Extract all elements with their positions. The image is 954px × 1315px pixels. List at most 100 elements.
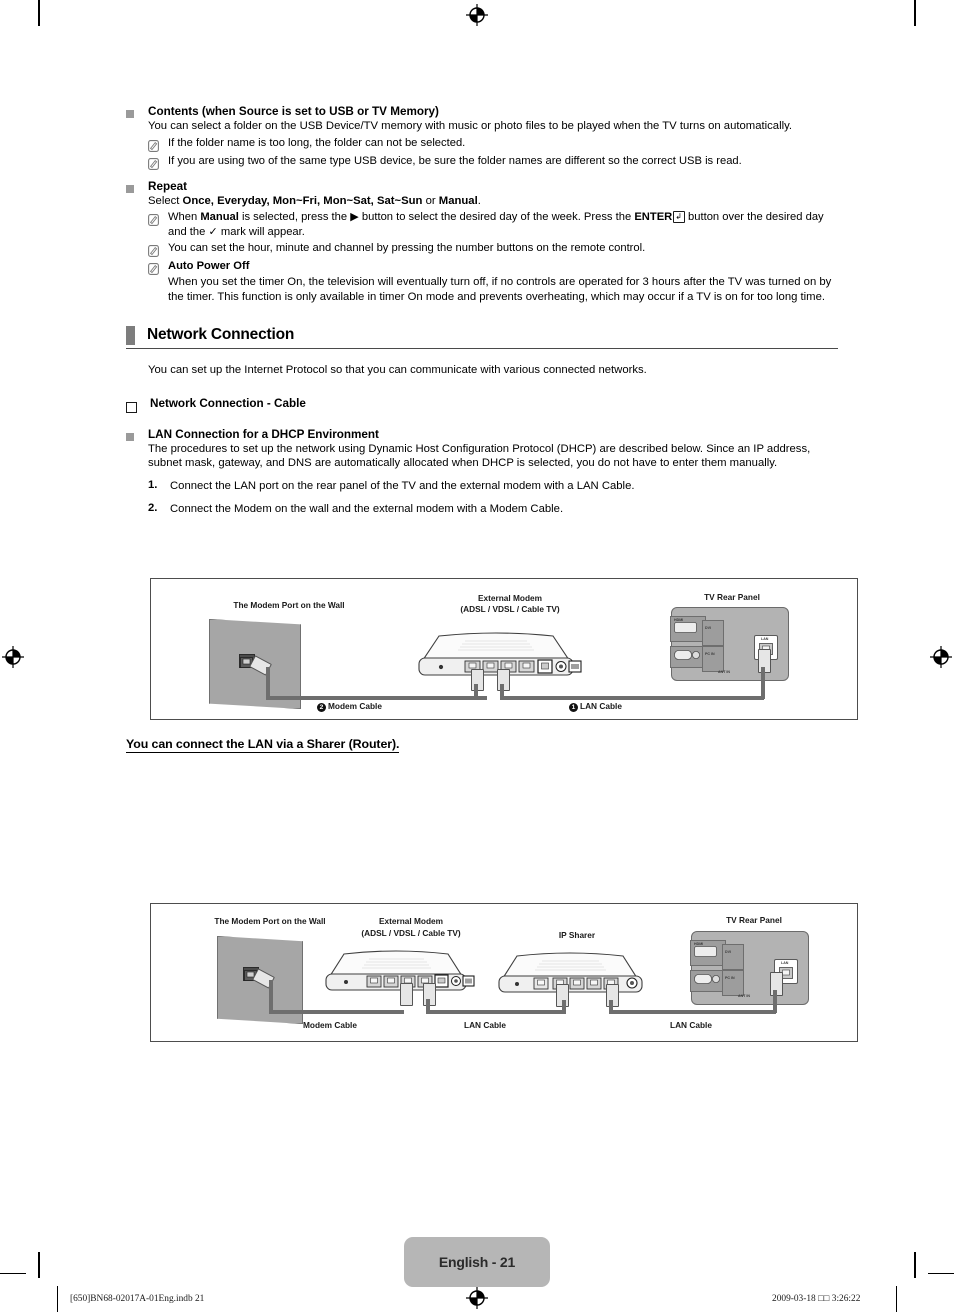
tv-port-group-lower2 [722, 970, 744, 996]
figure2-modem-label-line2: (ADSL / VDSL / Cable TV) [361, 928, 461, 938]
tv-pc-port-icon [674, 650, 700, 660]
sharer-heading: You can connect the LAN via a Sharer (Ro… [126, 737, 400, 753]
note-pencil-icon [148, 245, 159, 257]
contents-body: You can select a folder on the USB Devic… [148, 120, 793, 132]
note-text: If the folder name is too long, the fold… [168, 136, 466, 149]
figure2-tv-label: TV Rear Panel [726, 915, 782, 925]
figure1-tv-rear-panel: HDMI DVI PC IN ANT IN LAN [670, 607, 789, 681]
repeat-heading-row: Repeat [126, 179, 838, 194]
step-number: 2. [148, 501, 158, 514]
tv-lan-port-label: LAN [761, 637, 769, 641]
tv-lan-port-label: LAN [781, 961, 789, 965]
note1-part-d: mark will appear. [217, 225, 305, 238]
figure2-tv-rear-panel: HDMI DVI PC IN ANT IN LAN [690, 931, 809, 1005]
select-prefix: Select [148, 194, 183, 207]
sharer-heading-wrap: You can connect the LAN via a Sharer (Ro… [126, 735, 399, 753]
contents-note-2: If you are using two of the same type US… [148, 154, 838, 170]
tv-port-text-ant: ANT IN [718, 670, 730, 674]
figure2-modem-cable-label: Modem Cable [303, 1020, 357, 1030]
figure2-external-modem [317, 950, 475, 994]
step-1: 1. Connect the LAN port on the rear pane… [148, 479, 838, 494]
enter-label: ENTER [634, 211, 673, 224]
dhcp-heading: LAN Connection for a DHCP Environment [148, 427, 379, 441]
figure-dhcp-direct-connection: The Modem Port on the Wall External Mode… [150, 578, 858, 720]
footer-separator-left [57, 1286, 58, 1312]
select-suffix: . [477, 194, 481, 207]
figure2-ip-sharer [489, 952, 651, 996]
figure1-modem-cable-label: 2 Modem Cable [317, 701, 382, 712]
footer-separator-right [896, 1286, 897, 1312]
footer-timestamp: 2009-03-18 □□ 3:26:22 [772, 1294, 861, 1304]
figure1-modem-cable-drop [474, 684, 478, 698]
dhcp-body: The procedures to set up the network usi… [148, 442, 811, 470]
cable-number-badge: 1 [569, 702, 578, 712]
tv-port-group-upper2 [702, 620, 724, 646]
step-text: Connect the LAN port on the rear panel o… [170, 479, 635, 492]
document-page: Contents (when Source is set to USB or T… [0, 0, 954, 1315]
note-text: When Manual is selected, press the ▶ but… [168, 210, 838, 239]
repeat-select-line: Select Once, Everyday, Mon~Fri, Mon~Sat,… [148, 194, 838, 209]
tv-port-text-mid: DVI [705, 626, 711, 630]
footer-file-name: [650]BN68-02017A-01Eng.indb 21 [70, 1294, 205, 1304]
note-pencil-icon [148, 263, 159, 275]
crop-mark-top-left [38, 0, 40, 26]
repeat-block: Repeat Select Once, Everyday, Mon~Fri, M… [126, 179, 838, 305]
registration-mark-left [2, 646, 24, 668]
figure2-modem-label-line1: External Modem [378, 916, 444, 926]
figure2-lan-cable-label-1: LAN Cable [464, 1020, 506, 1030]
tv-port-text-mid: DVI [725, 950, 731, 954]
tv-port-text-ant: ANT IN [738, 994, 750, 998]
page-title: Network Connection [147, 326, 295, 344]
figure2-sharer-label: IP Sharer [558, 930, 596, 940]
tv-port-group-lower2 [702, 646, 724, 672]
figure1-lan-cable-horz [500, 696, 764, 700]
step-2: 2. Connect the Modem on the wall and the… [148, 502, 838, 517]
tv-port-text-bottom: PC IN [705, 652, 715, 656]
figure2-lan2-cable-tv-drop [773, 990, 777, 1013]
select-options: Once, Everyday, Mon~Fri, Mon~Sat, Sat~Su… [182, 194, 423, 207]
footer-rule-right [928, 1273, 954, 1274]
note-text: You can set the hour, minute and channel… [168, 242, 646, 254]
page-content: Contents (when Source is set to USB or T… [126, 104, 838, 516]
registration-mark-top [466, 4, 488, 26]
crop-mark-top-right [914, 0, 916, 26]
figure1-lan-cable-label: 1 LAN Cable [569, 701, 622, 712]
figure2-modem-cable-horz [269, 1010, 404, 1014]
footer-rule-left [0, 1273, 26, 1274]
figure2-lan1-cable-horz [426, 1010, 566, 1014]
select-manual: Manual [438, 194, 478, 207]
cable-number-badge: 2 [317, 702, 326, 712]
note1-manual-bold: Manual [200, 211, 239, 224]
repeat-heading: Repeat [148, 179, 187, 193]
tv-hdmi-port-icon [694, 946, 717, 957]
figure2-lan-cable-label-2: LAN Cable [670, 1020, 712, 1030]
select-or: or [422, 194, 439, 207]
step-number: 1. [148, 478, 158, 491]
figure1-modem-label-line2: (ADSL / VDSL / Cable TV) [460, 604, 560, 614]
tv-pc-port-icon [694, 974, 720, 984]
figure1-wall-label: The Modem Port on the Wall [233, 600, 345, 610]
square-bullet-icon [126, 432, 134, 441]
tv-port-text-bottom: PC IN [725, 976, 735, 980]
network-cable-subheading-row: Network Connection - Cable [126, 396, 838, 413]
section-accent-bar [126, 326, 135, 346]
cable-label-text: Modem Cable [328, 701, 382, 711]
check-mark-icon: ✓ [208, 225, 218, 238]
note-pencil-icon [148, 139, 159, 152]
figure1-tv-label: TV Rear Panel [704, 592, 760, 602]
tv-port-group-upper2 [722, 944, 744, 970]
contents-heading-row: Contents (when Source is set to USB or T… [126, 104, 838, 119]
repeat-note-1: When Manual is selected, press the ▶ but… [148, 210, 838, 239]
registration-mark-right [930, 646, 952, 668]
page-language-tag: English - 21 [404, 1237, 550, 1287]
contents-heading: Contents (when Source is set to USB or T… [148, 105, 439, 118]
figure1-modem-label-line1: External Modem [477, 593, 543, 603]
figure2-modem-cable-vert [269, 980, 273, 1014]
note1-part-b: is selected, press the ▶ button to selec… [238, 211, 635, 224]
figure2-modem-plug-left [400, 983, 413, 1006]
auto-power-off-body: When you set the timer On, the televisio… [168, 276, 832, 303]
dhcp-heading-row: LAN Connection for a DHCP Environment [126, 427, 838, 442]
figure2-lan2-cable-horz [609, 1010, 776, 1014]
note-pencil-icon [148, 214, 159, 227]
auto-power-off-title: Auto Power Off [168, 260, 250, 272]
